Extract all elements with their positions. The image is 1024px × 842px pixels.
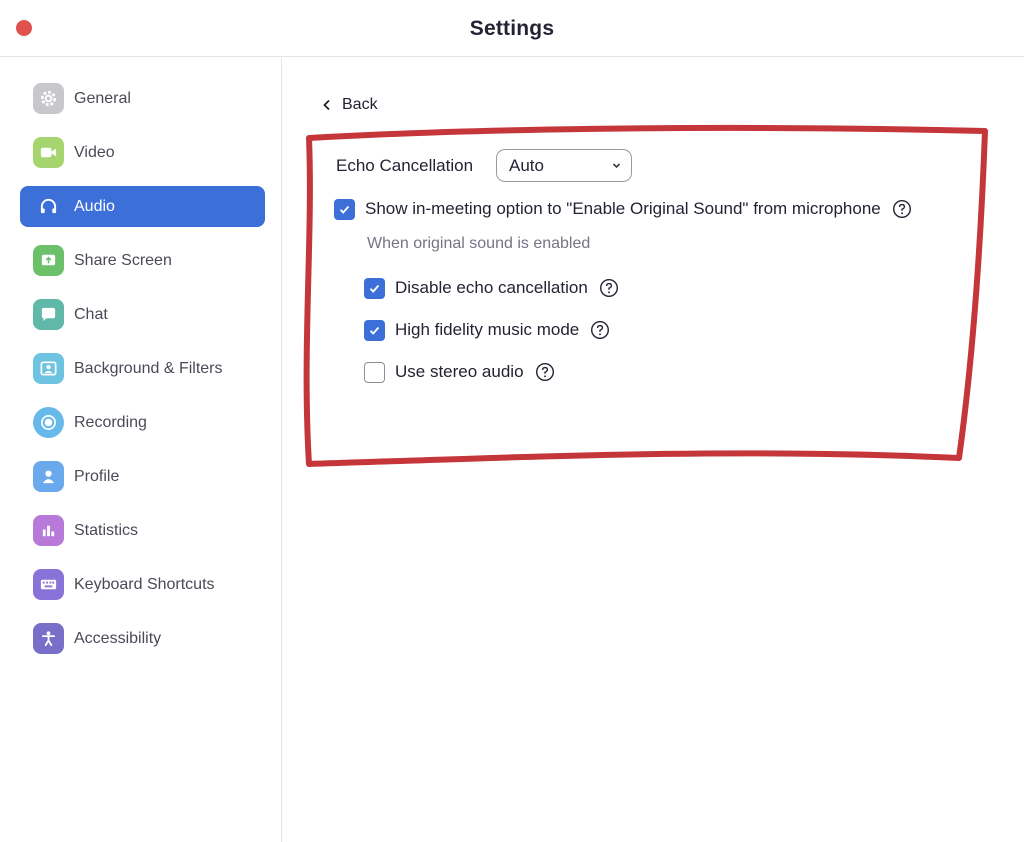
- sidebar-item-label: Keyboard Shortcuts: [74, 576, 215, 593]
- settings-window: Settings General Video Audio Share Scree…: [0, 0, 1024, 842]
- high-fidelity-option: High fidelity music mode: [364, 319, 610, 341]
- sidebar-item-statistics[interactable]: Statistics: [20, 510, 265, 551]
- stereo-audio-label: Use stereo audio: [395, 362, 524, 381]
- bar-chart-icon: [33, 515, 64, 546]
- sidebar-item-label: Audio: [74, 198, 115, 215]
- sidebar-item-label: General: [74, 90, 131, 107]
- profile-icon: [33, 461, 64, 492]
- record-icon: [33, 407, 64, 438]
- original-sound-label: Show in-meeting option to "Enable Origin…: [365, 199, 881, 218]
- sidebar-item-video[interactable]: Video: [20, 132, 265, 173]
- sidebar-item-keyboard-shortcuts[interactable]: Keyboard Shortcuts: [20, 564, 265, 605]
- echo-cancellation-value: Auto: [509, 155, 544, 175]
- original-sound-caption: When original sound is enabled: [367, 235, 591, 252]
- help-icon[interactable]: [590, 320, 610, 340]
- headphones-icon: [33, 191, 64, 222]
- help-icon[interactable]: [599, 278, 619, 298]
- checkmark-icon: [369, 326, 380, 335]
- sidebar-item-label: Profile: [74, 468, 120, 485]
- chevron-left-icon: [323, 99, 330, 111]
- sidebar-item-label: Share Screen: [74, 252, 172, 269]
- chat-bubble-icon: [33, 299, 64, 330]
- echo-cancellation-select[interactable]: Auto: [496, 149, 632, 182]
- title-bar: Settings: [0, 0, 1024, 57]
- back-button[interactable]: Back: [321, 94, 378, 116]
- echo-cancellation-label: Echo Cancellation: [336, 156, 474, 175]
- sidebar-item-general[interactable]: General: [20, 78, 265, 119]
- sidebar-item-label: Background & Filters: [74, 360, 223, 377]
- stereo-audio-option: Use stereo audio: [364, 361, 555, 383]
- window-title: Settings: [469, 17, 555, 40]
- disable-echo-checkbox[interactable]: [364, 277, 385, 299]
- original-sound-option: Show in-meeting option to "Enable Origin…: [334, 198, 912, 220]
- sidebar-item-chat[interactable]: Chat: [20, 294, 265, 335]
- help-icon[interactable]: [892, 199, 912, 219]
- sidebar-item-audio[interactable]: Audio: [20, 186, 265, 227]
- share-screen-icon: [33, 245, 64, 276]
- settings-sidebar: General Video Audio Share Screen Chat Ba…: [0, 58, 282, 842]
- stereo-audio-checkbox[interactable]: [364, 361, 385, 383]
- disable-echo-option: Disable echo cancellation: [364, 277, 619, 299]
- checkmark-icon: [369, 284, 380, 293]
- sidebar-item-background-filters[interactable]: Background & Filters: [20, 348, 265, 389]
- back-label: Back: [342, 96, 378, 113]
- sidebar-item-accessibility[interactable]: Accessibility: [20, 618, 265, 659]
- sidebar-item-profile[interactable]: Profile: [20, 456, 265, 497]
- sidebar-item-recording[interactable]: Recording: [20, 402, 265, 443]
- high-fidelity-checkbox[interactable]: [364, 319, 385, 341]
- sidebar-item-label: Statistics: [74, 522, 139, 539]
- chevron-down-icon: [612, 163, 621, 169]
- help-icon[interactable]: [535, 362, 555, 382]
- disable-echo-label: Disable echo cancellation: [395, 278, 588, 297]
- sidebar-item-label: Recording: [74, 414, 147, 431]
- sidebar-item-label: Chat: [74, 306, 108, 323]
- checkmark-icon: [339, 205, 350, 214]
- original-sound-checkbox[interactable]: [334, 198, 355, 220]
- sidebar-item-label: Video: [74, 144, 115, 161]
- keyboard-icon: [33, 569, 64, 600]
- background-person-icon: [33, 353, 64, 384]
- sidebar-item-label: Accessibility: [74, 630, 162, 647]
- video-camera-icon: [33, 137, 64, 168]
- sidebar-item-share-screen[interactable]: Share Screen: [20, 240, 265, 281]
- audio-settings-panel: Back Echo Cancellation Auto Show in-meet…: [283, 58, 1024, 842]
- gear-icon: [33, 83, 64, 114]
- accessibility-icon: [33, 623, 64, 654]
- high-fidelity-label: High fidelity music mode: [395, 320, 580, 339]
